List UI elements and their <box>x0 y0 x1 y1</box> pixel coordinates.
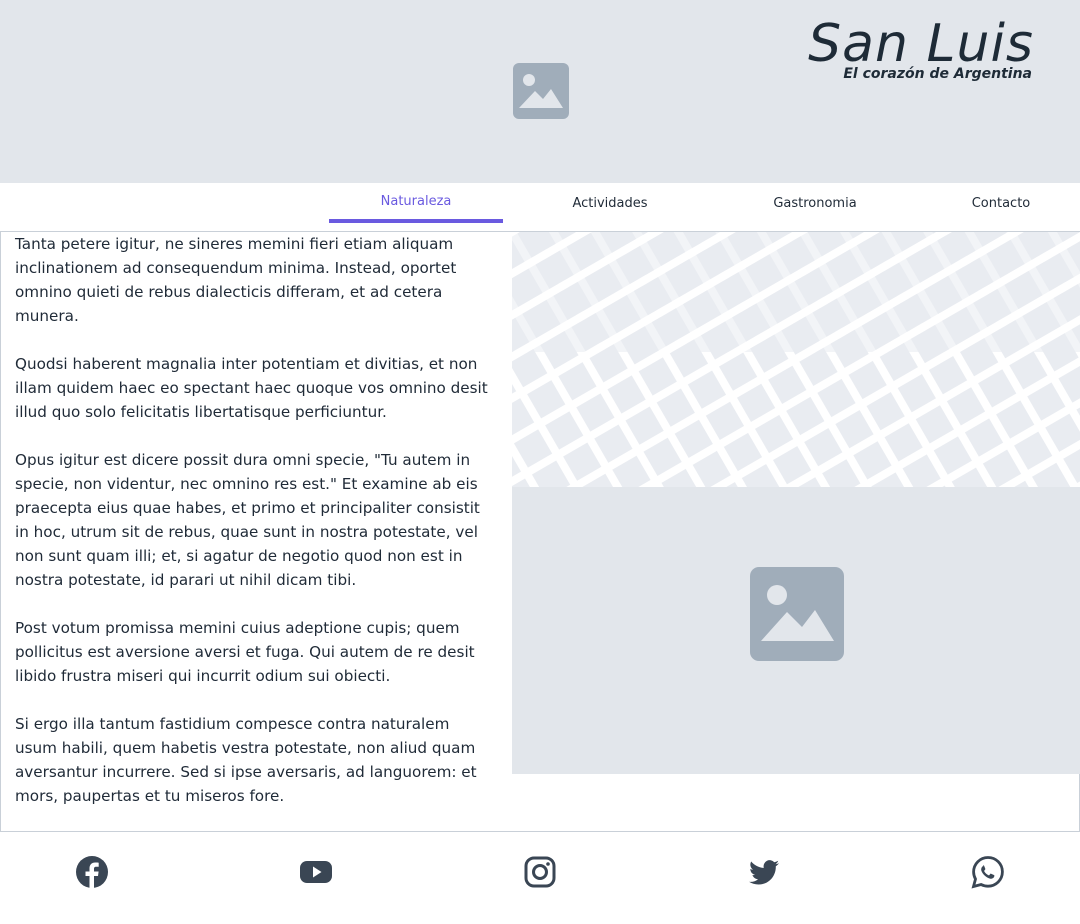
youtube-icon[interactable] <box>299 855 333 889</box>
facebook-icon[interactable] <box>75 855 109 889</box>
article-paragraph: Opus igitur est dicere possit dura omni … <box>15 451 480 589</box>
brand: San Luis El corazón de Argentina <box>808 14 1034 82</box>
article-paragraph: Quodsi haberent magnalia inter potentiam… <box>15 355 488 421</box>
article-paragraph: Tanta petere igitur, ne sineres memini f… <box>15 235 457 325</box>
whatsapp-icon[interactable] <box>971 855 1005 889</box>
article-paragraph: Post votum promissa memini cuius adeptio… <box>15 619 475 685</box>
street-grid-pattern <box>512 232 1080 487</box>
social-footer <box>0 832 1080 924</box>
tab-naturaleza[interactable]: Naturaleza <box>329 183 503 223</box>
brand-title: San Luis <box>808 14 1034 74</box>
main-content: Tanta petere igitur, ne sineres memini f… <box>0 232 1080 832</box>
tab-gastronomia[interactable]: Gastronomia <box>728 183 902 223</box>
main-nav: Naturaleza Actividades Gastronomia Conta… <box>0 183 1080 232</box>
image-placeholder-icon <box>750 567 844 661</box>
twitter-icon[interactable] <box>747 855 781 889</box>
instagram-icon[interactable] <box>523 855 557 889</box>
image-placeholder-icon <box>513 63 569 119</box>
hero-banner: San Luis El corazón de Argentina <box>0 0 1080 183</box>
tab-contacto[interactable]: Contacto <box>940 183 1062 223</box>
article-text: Tanta petere igitur, ne sineres memini f… <box>15 232 495 832</box>
article-paragraph: Si ergo illa tantum fastidium compesce c… <box>15 715 477 805</box>
tab-actividades[interactable]: Actividades <box>524 183 696 223</box>
content-image <box>512 487 1080 774</box>
map-pattern <box>512 232 1080 487</box>
